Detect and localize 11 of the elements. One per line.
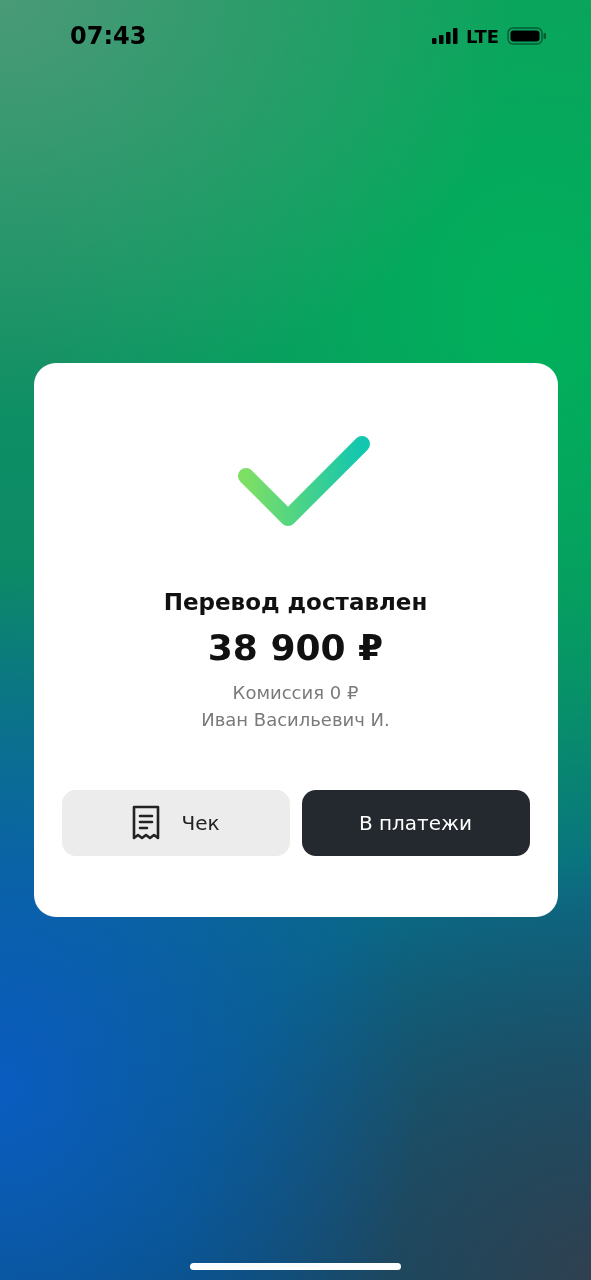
signal-icon — [431, 28, 458, 44]
result-title: Перевод доставлен — [163, 589, 428, 615]
receipt-icon — [131, 804, 162, 842]
transfer-amount: 38 900 ₽ — [207, 627, 384, 668]
network-type: LTE — [465, 25, 499, 47]
payments-button[interactable]: В платежи — [301, 790, 530, 856]
battery-icon — [507, 27, 547, 45]
receipt-button[interactable]: Чек — [61, 790, 290, 856]
status-time: 07:43 — [70, 22, 147, 50]
detail-text: Комиссия 0 ₽ — [232, 682, 359, 703]
detail-text: Иван Васильевич И. — [201, 709, 390, 730]
